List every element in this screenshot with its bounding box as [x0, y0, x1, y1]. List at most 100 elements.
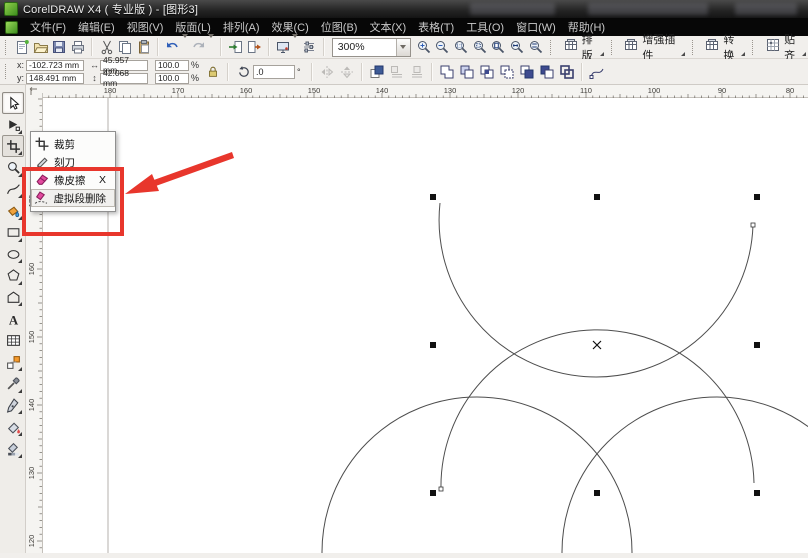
undo-icon[interactable]	[163, 37, 182, 57]
outline-tool[interactable]	[2, 394, 24, 416]
freehand-tool[interactable]	[2, 178, 24, 200]
zoom-in-icon[interactable]	[414, 37, 433, 57]
lock-ratio-icon[interactable]	[203, 62, 223, 82]
selection-handle[interactable]	[754, 194, 760, 200]
redo-icon[interactable]	[190, 37, 209, 57]
new-document-icon[interactable]	[13, 37, 32, 57]
eyedropper-tool[interactable]	[2, 373, 24, 395]
copy-icon[interactable]	[116, 37, 135, 57]
menubar-item-5[interactable]: 排列(A)	[217, 17, 266, 37]
dropdown-arrow-icon[interactable]	[208, 34, 216, 56]
print-icon[interactable]	[69, 37, 88, 57]
convert-to-curves-icon[interactable]	[587, 62, 607, 82]
intersect-icon[interactable]	[477, 62, 497, 82]
scale-h-input[interactable]: 100.0	[155, 59, 189, 71]
export-icon[interactable]	[245, 37, 264, 57]
shape-tool[interactable]	[2, 114, 24, 136]
menubar-item-9[interactable]: 表格(T)	[412, 17, 460, 37]
open-icon[interactable]	[31, 37, 50, 57]
y-label: y:	[16, 73, 24, 83]
dropdown-arrow-icon[interactable]	[181, 34, 190, 56]
wrap-text-icon[interactable]	[387, 62, 407, 82]
dropdown-arrow-icon[interactable]	[292, 34, 300, 56]
zoom-out-icon[interactable]	[433, 37, 452, 57]
trim-icon[interactable]	[457, 62, 477, 82]
x-position-input[interactable]: -102.723 mm	[26, 59, 84, 71]
toolbar-grip[interactable]	[691, 39, 696, 55]
menubar-item-10[interactable]: 工具(O)	[460, 17, 510, 37]
svg-text:140: 140	[376, 86, 389, 95]
fill-tool[interactable]	[2, 416, 24, 438]
polygon-tool[interactable]	[2, 265, 24, 287]
cut-icon[interactable]	[97, 37, 116, 57]
selection-handle[interactable]	[754, 342, 760, 348]
text-tool[interactable]: A	[2, 308, 24, 330]
zoom-level-combo[interactable]: 300%	[331, 37, 412, 57]
weld-icon[interactable]	[437, 62, 457, 82]
selection-handle[interactable]	[594, 194, 600, 200]
percent-label: %	[191, 60, 200, 70]
toolbar-grip[interactable]	[5, 64, 9, 79]
zoom-width-icon[interactable]	[526, 37, 545, 57]
zoom-actual-icon[interactable]: 1:1	[452, 37, 471, 57]
object-height-input[interactable]: 42.068 mm	[100, 68, 148, 88]
back-minus-front-icon[interactable]	[537, 62, 557, 82]
basic-shapes-tool[interactable]	[2, 286, 24, 308]
table-tool[interactable]	[2, 330, 24, 352]
drawing-canvas[interactable]	[42, 97, 808, 558]
toolbar-grip[interactable]	[752, 39, 756, 55]
rectangle-tool[interactable]	[2, 222, 24, 244]
paste-icon[interactable]	[135, 37, 154, 57]
menubar-item-6[interactable]: 效果(C)	[266, 17, 315, 37]
flyout-item-crop[interactable]: 裁剪	[31, 135, 115, 153]
create-boundary-icon[interactable]	[557, 62, 577, 82]
selection-handle[interactable]	[754, 490, 760, 496]
menubar-item-11[interactable]: 窗口(W)	[510, 17, 562, 37]
interactive-fill-tool[interactable]	[2, 438, 24, 460]
menubar-item-8[interactable]: 文本(X)	[363, 17, 412, 37]
button-tieqi[interactable]: 贴齐	[760, 34, 808, 62]
selection-center-mark[interactable]	[592, 340, 602, 350]
front-minus-back-icon[interactable]	[517, 62, 537, 82]
unwrap-text-icon[interactable]	[407, 62, 427, 82]
pick-tool[interactable]	[2, 92, 24, 114]
mirror-horizontal-icon[interactable]	[317, 62, 337, 82]
y-position-input[interactable]: 148.491 mm	[26, 72, 84, 84]
save-icon[interactable]	[50, 37, 69, 57]
curve-end-node[interactable]	[750, 222, 756, 228]
import-icon[interactable]	[226, 37, 245, 57]
toolbar-grip[interactable]	[5, 39, 9, 55]
button-zhuanhuan[interactable]: 转换	[699, 34, 747, 62]
menubar-item-1[interactable]: 文件(F)	[24, 17, 72, 37]
to-front-icon[interactable]	[367, 62, 387, 82]
zoom-all-icon[interactable]	[489, 37, 508, 57]
combo-dropdown-button[interactable]	[396, 38, 411, 56]
toolbar-grip[interactable]	[610, 39, 615, 55]
crop-tool[interactable]	[2, 135, 24, 158]
selection-handle[interactable]	[430, 342, 436, 348]
blend-tool[interactable]	[2, 351, 24, 373]
circle-curve	[321, 396, 633, 558]
selection-handle[interactable]	[594, 490, 600, 496]
scale-v-input[interactable]: 100.0	[155, 72, 189, 84]
application-launcher-icon[interactable]	[274, 37, 293, 57]
menubar-item-2[interactable]: 编辑(E)	[72, 17, 121, 37]
toolbar-grip[interactable]	[549, 39, 554, 55]
selection-handle[interactable]	[430, 194, 436, 200]
smart-fill-tool[interactable]	[2, 200, 24, 222]
selection-handle[interactable]	[430, 490, 436, 496]
zoom-selected-icon[interactable]	[470, 37, 489, 57]
zoom-tool[interactable]	[2, 157, 24, 179]
mirror-vertical-icon[interactable]	[337, 62, 357, 82]
simplify-icon[interactable]	[497, 62, 517, 82]
button-zengqiang-chajian[interactable]: 增强插件	[618, 34, 686, 62]
rotation-angle-input[interactable]: .0	[253, 64, 296, 79]
menubar-item-3[interactable]: 视图(V)	[121, 17, 170, 37]
button-paiban[interactable]: 排版	[558, 34, 606, 62]
ellipse-tool[interactable]	[2, 243, 24, 265]
zoom-page-icon[interactable]	[508, 37, 527, 57]
curve-end-node[interactable]	[438, 486, 444, 492]
welcome-screen-icon[interactable]	[300, 37, 319, 57]
horizontal-ruler[interactable]: 180 170 160 150 140 130 120 110 100 90 80	[41, 85, 808, 98]
menubar-item-7[interactable]: 位图(B)	[315, 17, 364, 37]
